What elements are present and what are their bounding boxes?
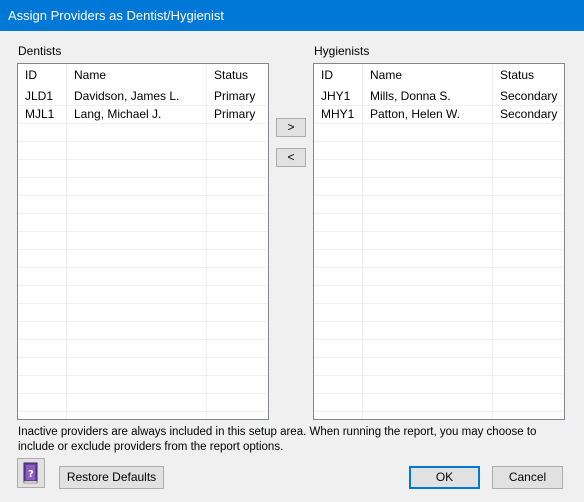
title-bar[interactable]: Assign Providers as Dentist/Hygienist [0,0,584,31]
empty-row [314,142,564,160]
help-button[interactable]: ? [17,458,45,488]
empty-row [18,322,268,340]
empty-row [314,358,564,376]
cancel-button[interactable]: Cancel [492,466,563,489]
empty-row [314,250,564,268]
column-header-name[interactable]: Name [67,64,207,86]
cell-name: Patton, Helen W. [370,107,461,121]
empty-row [18,304,268,322]
info-text: Inactive providers are always included i… [18,426,537,453]
empty-row [18,178,268,196]
cell-id: MJL1 [25,107,55,121]
cell-status: Primary [214,89,256,103]
hygienists-rows: JHY1 Mills, Donna S. Secondary MHY1 Patton, … [314,88,564,419]
move-left-button[interactable]: < [276,148,306,167]
empty-row [314,214,564,232]
hygienists-list-header: ID Name Status [314,64,564,86]
cell-name: Mills, Donna S. [370,89,451,103]
column-header-status[interactable]: Status [493,64,564,86]
ok-button[interactable]: OK [409,466,480,489]
svg-text:?: ? [28,469,34,480]
column-header-id[interactable]: ID [314,64,363,86]
empty-row [18,196,268,214]
table-row[interactable]: MHY1 Patton, Helen W. Secondary [314,106,564,124]
column-header-name[interactable]: Name [363,64,493,86]
empty-row [314,340,564,358]
cell-id: JHY1 [321,89,351,103]
empty-row [18,124,268,142]
table-row[interactable]: JLD1 Davidson, James L. Primary [18,88,268,106]
dentists-list-header: ID Name Status [18,64,268,86]
empty-row [18,340,268,358]
table-row[interactable]: MJL1 Lang, Michael J. Primary [18,106,268,124]
cell-status: Secondary [500,107,558,121]
assign-providers-dialog: Assign Providers as Dentist/Hygienist De… [0,0,584,502]
window-title: Assign Providers as Dentist/Hygienist [8,8,225,23]
empty-row [314,376,564,394]
empty-row [314,268,564,286]
empty-row [18,160,268,178]
empty-row [314,412,564,419]
column-header-id[interactable]: ID [18,64,67,86]
empty-row [314,232,564,250]
restore-defaults-button[interactable]: Restore Defaults [59,466,164,489]
empty-row [314,322,564,340]
empty-row [314,124,564,142]
empty-row [18,376,268,394]
hygienists-label: Hygienists [314,44,370,58]
empty-row [18,286,268,304]
cell-id: JLD1 [25,89,54,103]
help-book-icon: ? [23,462,38,484]
hygienists-list[interactable]: ID Name Status JHY1 Mills, Donna S. Second… [313,63,565,420]
empty-row [18,412,268,419]
empty-row [314,196,564,214]
cell-name: Davidson, James L. [74,89,180,103]
empty-row [314,178,564,196]
empty-row [314,160,564,178]
dentists-list[interactable]: ID Name Status JLD1 Davidson, James L. Pri… [17,63,269,420]
dentists-label: Dentists [18,44,62,58]
move-right-button[interactable]: > [276,118,306,137]
empty-row [18,250,268,268]
cell-status: Primary [214,107,256,121]
table-row[interactable]: JHY1 Mills, Donna S. Secondary [314,88,564,106]
empty-row [18,268,268,286]
cell-name: Lang, Michael J. [74,107,162,121]
cell-id: MHY1 [321,107,355,121]
empty-row [18,232,268,250]
dentists-rows: JLD1 Davidson, James L. Primary MJL1 Lang, M… [18,88,268,419]
column-header-status[interactable]: Status [207,64,268,86]
empty-row [314,394,564,412]
empty-row [18,394,268,412]
empty-row [314,286,564,304]
empty-row [314,304,564,322]
cell-status: Secondary [500,89,558,103]
empty-row [18,142,268,160]
empty-row [18,358,268,376]
empty-row [18,214,268,232]
